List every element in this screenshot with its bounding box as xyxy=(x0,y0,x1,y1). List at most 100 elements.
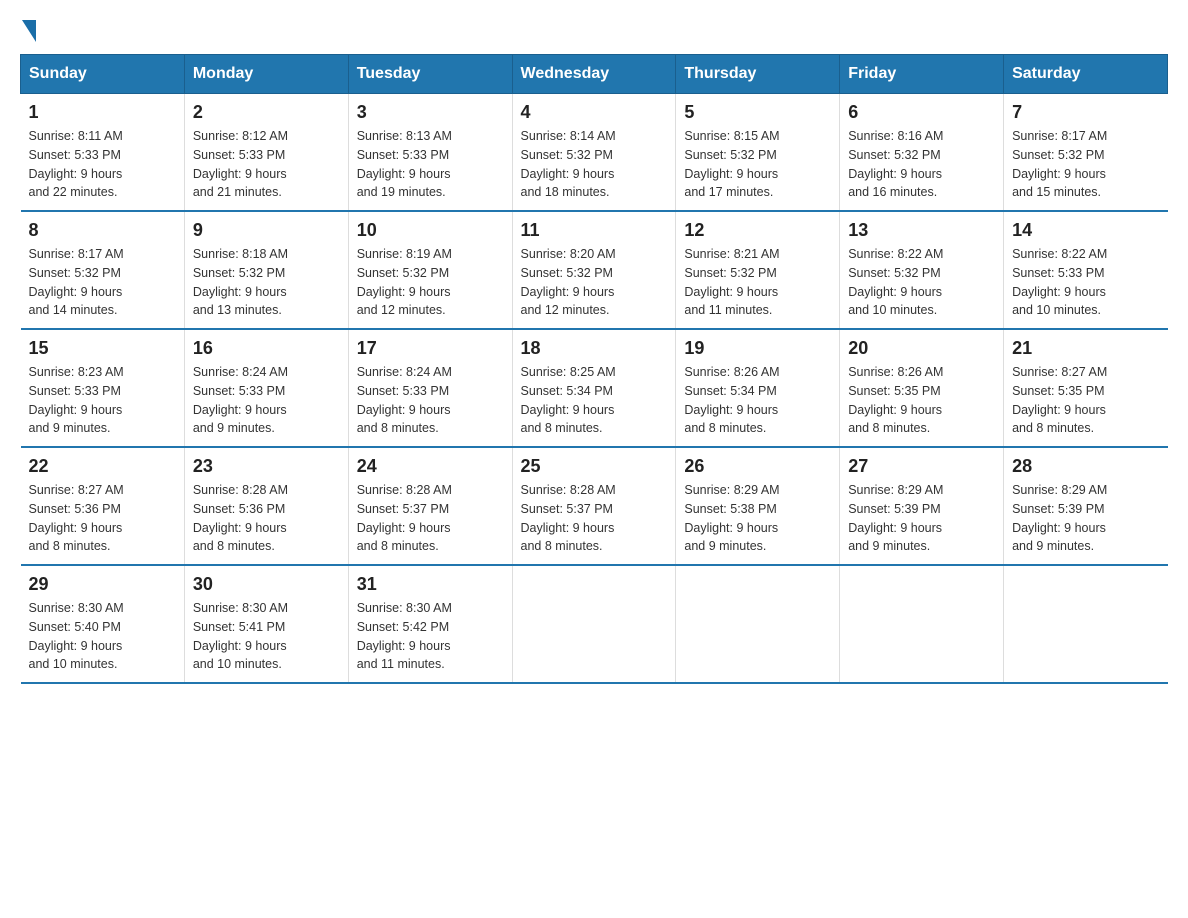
day-number: 12 xyxy=(684,220,831,241)
day-number: 23 xyxy=(193,456,340,477)
calendar-cell: 7 Sunrise: 8:17 AM Sunset: 5:32 PM Dayli… xyxy=(1004,94,1168,212)
calendar-cell: 15 Sunrise: 8:23 AM Sunset: 5:33 PM Dayl… xyxy=(21,329,185,447)
day-info: Sunrise: 8:17 AM Sunset: 5:32 PM Dayligh… xyxy=(1012,127,1159,202)
week-row-4: 22 Sunrise: 8:27 AM Sunset: 5:36 PM Dayl… xyxy=(21,447,1168,565)
calendar-cell: 13 Sunrise: 8:22 AM Sunset: 5:32 PM Dayl… xyxy=(840,211,1004,329)
header-friday: Friday xyxy=(840,55,1004,94)
day-number: 6 xyxy=(848,102,995,123)
day-info: Sunrise: 8:29 AM Sunset: 5:39 PM Dayligh… xyxy=(848,481,995,556)
calendar-cell xyxy=(1004,565,1168,683)
day-number: 22 xyxy=(29,456,176,477)
day-info: Sunrise: 8:13 AM Sunset: 5:33 PM Dayligh… xyxy=(357,127,504,202)
calendar-cell: 16 Sunrise: 8:24 AM Sunset: 5:33 PM Dayl… xyxy=(184,329,348,447)
week-row-3: 15 Sunrise: 8:23 AM Sunset: 5:33 PM Dayl… xyxy=(21,329,1168,447)
day-number: 29 xyxy=(29,574,176,595)
day-number: 26 xyxy=(684,456,831,477)
header-saturday: Saturday xyxy=(1004,55,1168,94)
day-number: 1 xyxy=(29,102,176,123)
logo xyxy=(20,20,38,38)
logo-arrow-icon xyxy=(22,20,36,42)
header-sunday: Sunday xyxy=(21,55,185,94)
calendar-cell: 31 Sunrise: 8:30 AM Sunset: 5:42 PM Dayl… xyxy=(348,565,512,683)
day-number: 17 xyxy=(357,338,504,359)
day-number: 30 xyxy=(193,574,340,595)
calendar-cell: 5 Sunrise: 8:15 AM Sunset: 5:32 PM Dayli… xyxy=(676,94,840,212)
calendar-cell: 3 Sunrise: 8:13 AM Sunset: 5:33 PM Dayli… xyxy=(348,94,512,212)
day-info: Sunrise: 8:18 AM Sunset: 5:32 PM Dayligh… xyxy=(193,245,340,320)
calendar-cell: 10 Sunrise: 8:19 AM Sunset: 5:32 PM Dayl… xyxy=(348,211,512,329)
day-info: Sunrise: 8:28 AM Sunset: 5:36 PM Dayligh… xyxy=(193,481,340,556)
calendar-cell: 23 Sunrise: 8:28 AM Sunset: 5:36 PM Dayl… xyxy=(184,447,348,565)
day-number: 27 xyxy=(848,456,995,477)
day-number: 13 xyxy=(848,220,995,241)
day-info: Sunrise: 8:12 AM Sunset: 5:33 PM Dayligh… xyxy=(193,127,340,202)
day-number: 14 xyxy=(1012,220,1159,241)
calendar-cell: 20 Sunrise: 8:26 AM Sunset: 5:35 PM Dayl… xyxy=(840,329,1004,447)
day-info: Sunrise: 8:17 AM Sunset: 5:32 PM Dayligh… xyxy=(29,245,176,320)
day-info: Sunrise: 8:24 AM Sunset: 5:33 PM Dayligh… xyxy=(193,363,340,438)
calendar-cell: 22 Sunrise: 8:27 AM Sunset: 5:36 PM Dayl… xyxy=(21,447,185,565)
calendar-cell xyxy=(676,565,840,683)
day-number: 7 xyxy=(1012,102,1159,123)
header-thursday: Thursday xyxy=(676,55,840,94)
day-number: 21 xyxy=(1012,338,1159,359)
week-row-5: 29 Sunrise: 8:30 AM Sunset: 5:40 PM Dayl… xyxy=(21,565,1168,683)
weekday-header-row: SundayMondayTuesdayWednesdayThursdayFrid… xyxy=(21,55,1168,94)
day-info: Sunrise: 8:30 AM Sunset: 5:42 PM Dayligh… xyxy=(357,599,504,674)
calendar-cell: 17 Sunrise: 8:24 AM Sunset: 5:33 PM Dayl… xyxy=(348,329,512,447)
calendar-cell: 30 Sunrise: 8:30 AM Sunset: 5:41 PM Dayl… xyxy=(184,565,348,683)
calendar-cell xyxy=(840,565,1004,683)
calendar-cell: 28 Sunrise: 8:29 AM Sunset: 5:39 PM Dayl… xyxy=(1004,447,1168,565)
day-number: 20 xyxy=(848,338,995,359)
day-number: 18 xyxy=(521,338,668,359)
calendar-cell: 27 Sunrise: 8:29 AM Sunset: 5:39 PM Dayl… xyxy=(840,447,1004,565)
day-info: Sunrise: 8:21 AM Sunset: 5:32 PM Dayligh… xyxy=(684,245,831,320)
day-info: Sunrise: 8:19 AM Sunset: 5:32 PM Dayligh… xyxy=(357,245,504,320)
calendar-cell: 26 Sunrise: 8:29 AM Sunset: 5:38 PM Dayl… xyxy=(676,447,840,565)
day-number: 8 xyxy=(29,220,176,241)
calendar-cell: 1 Sunrise: 8:11 AM Sunset: 5:33 PM Dayli… xyxy=(21,94,185,212)
header-wednesday: Wednesday xyxy=(512,55,676,94)
day-number: 16 xyxy=(193,338,340,359)
day-number: 31 xyxy=(357,574,504,595)
header-monday: Monday xyxy=(184,55,348,94)
calendar-cell: 24 Sunrise: 8:28 AM Sunset: 5:37 PM Dayl… xyxy=(348,447,512,565)
day-number: 25 xyxy=(521,456,668,477)
week-row-1: 1 Sunrise: 8:11 AM Sunset: 5:33 PM Dayli… xyxy=(21,94,1168,212)
day-number: 24 xyxy=(357,456,504,477)
calendar-cell: 11 Sunrise: 8:20 AM Sunset: 5:32 PM Dayl… xyxy=(512,211,676,329)
calendar-cell: 14 Sunrise: 8:22 AM Sunset: 5:33 PM Dayl… xyxy=(1004,211,1168,329)
calendar-cell: 9 Sunrise: 8:18 AM Sunset: 5:32 PM Dayli… xyxy=(184,211,348,329)
calendar-cell: 4 Sunrise: 8:14 AM Sunset: 5:32 PM Dayli… xyxy=(512,94,676,212)
day-info: Sunrise: 8:29 AM Sunset: 5:39 PM Dayligh… xyxy=(1012,481,1159,556)
day-number: 15 xyxy=(29,338,176,359)
day-number: 10 xyxy=(357,220,504,241)
day-info: Sunrise: 8:20 AM Sunset: 5:32 PM Dayligh… xyxy=(521,245,668,320)
calendar-cell: 8 Sunrise: 8:17 AM Sunset: 5:32 PM Dayli… xyxy=(21,211,185,329)
day-info: Sunrise: 8:27 AM Sunset: 5:36 PM Dayligh… xyxy=(29,481,176,556)
day-number: 5 xyxy=(684,102,831,123)
calendar-cell: 12 Sunrise: 8:21 AM Sunset: 5:32 PM Dayl… xyxy=(676,211,840,329)
day-number: 11 xyxy=(521,220,668,241)
calendar-cell: 21 Sunrise: 8:27 AM Sunset: 5:35 PM Dayl… xyxy=(1004,329,1168,447)
calendar-cell xyxy=(512,565,676,683)
calendar-cell: 2 Sunrise: 8:12 AM Sunset: 5:33 PM Dayli… xyxy=(184,94,348,212)
day-info: Sunrise: 8:29 AM Sunset: 5:38 PM Dayligh… xyxy=(684,481,831,556)
day-info: Sunrise: 8:22 AM Sunset: 5:32 PM Dayligh… xyxy=(848,245,995,320)
day-info: Sunrise: 8:27 AM Sunset: 5:35 PM Dayligh… xyxy=(1012,363,1159,438)
calendar-cell: 6 Sunrise: 8:16 AM Sunset: 5:32 PM Dayli… xyxy=(840,94,1004,212)
calendar-cell: 29 Sunrise: 8:30 AM Sunset: 5:40 PM Dayl… xyxy=(21,565,185,683)
day-info: Sunrise: 8:23 AM Sunset: 5:33 PM Dayligh… xyxy=(29,363,176,438)
header-tuesday: Tuesday xyxy=(348,55,512,94)
page-header xyxy=(20,20,1168,38)
day-info: Sunrise: 8:16 AM Sunset: 5:32 PM Dayligh… xyxy=(848,127,995,202)
day-info: Sunrise: 8:30 AM Sunset: 5:40 PM Dayligh… xyxy=(29,599,176,674)
day-number: 9 xyxy=(193,220,340,241)
day-info: Sunrise: 8:26 AM Sunset: 5:34 PM Dayligh… xyxy=(684,363,831,438)
week-row-2: 8 Sunrise: 8:17 AM Sunset: 5:32 PM Dayli… xyxy=(21,211,1168,329)
day-number: 4 xyxy=(521,102,668,123)
day-info: Sunrise: 8:30 AM Sunset: 5:41 PM Dayligh… xyxy=(193,599,340,674)
day-info: Sunrise: 8:25 AM Sunset: 5:34 PM Dayligh… xyxy=(521,363,668,438)
day-info: Sunrise: 8:11 AM Sunset: 5:33 PM Dayligh… xyxy=(29,127,176,202)
day-number: 3 xyxy=(357,102,504,123)
